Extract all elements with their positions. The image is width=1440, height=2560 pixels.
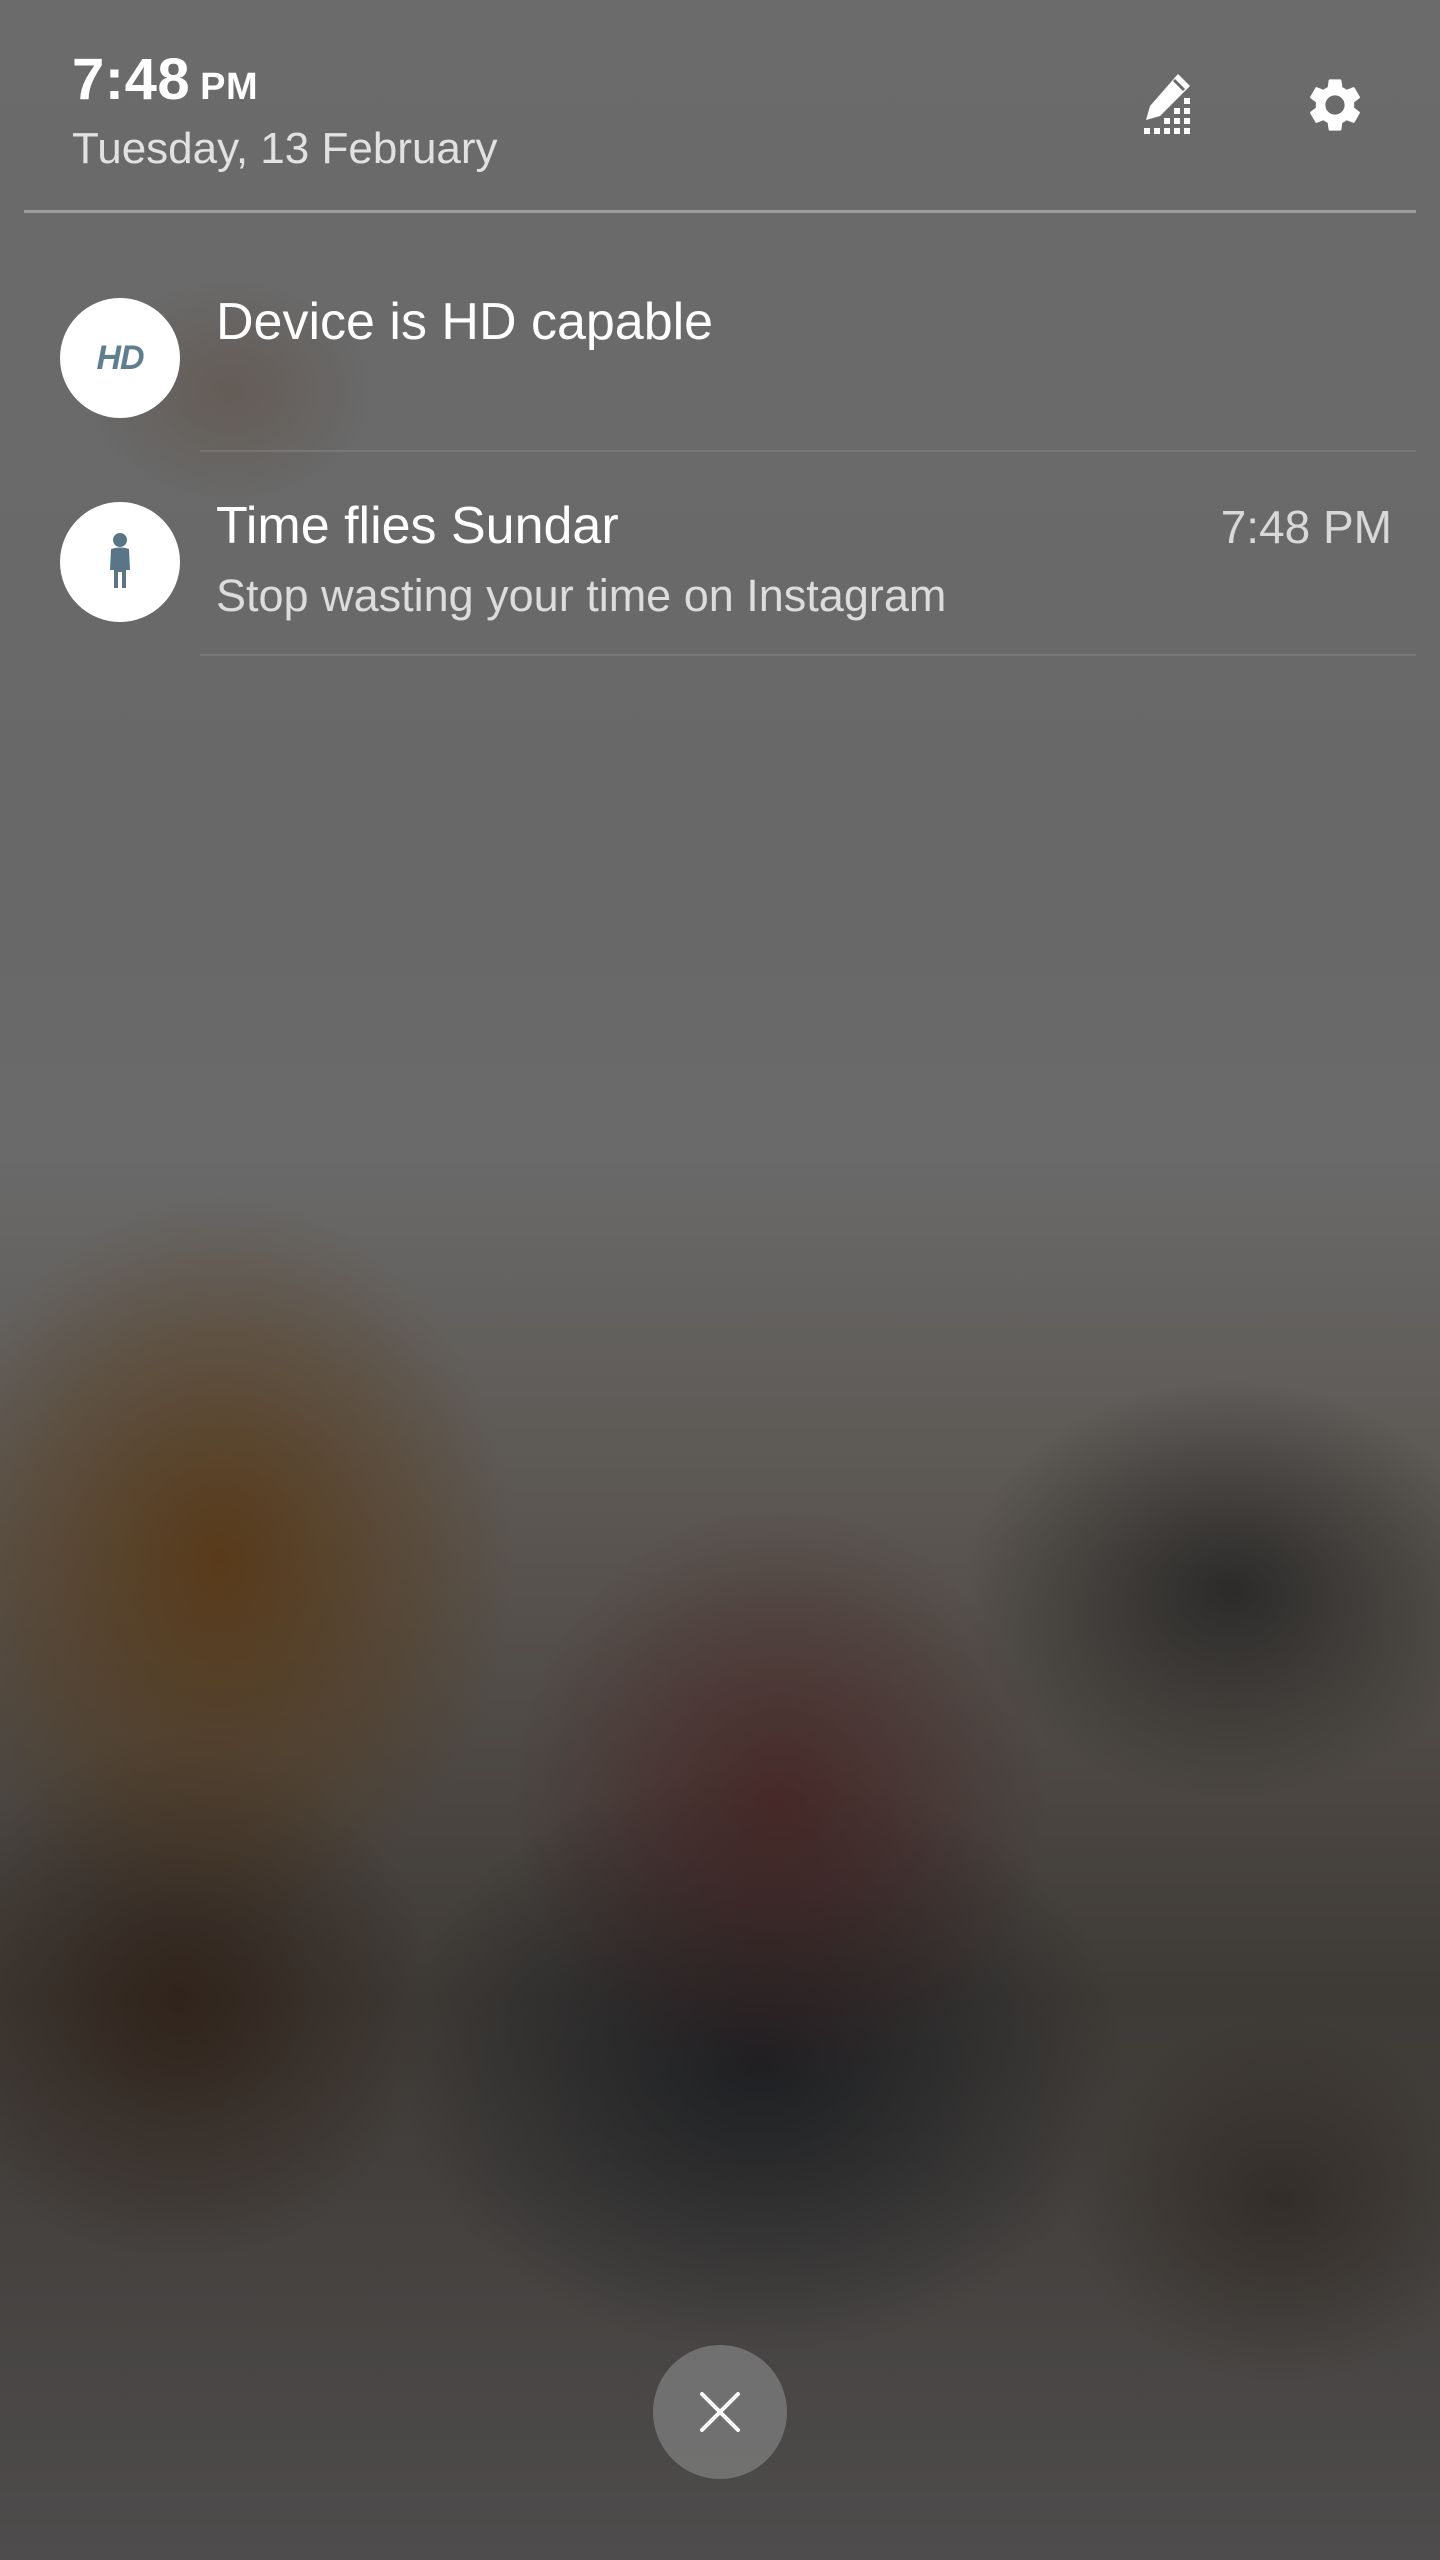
clock-time: 7:48 bbox=[72, 47, 191, 112]
notification-title: Device is HD capable bbox=[216, 293, 714, 351]
notification-shade: 7:48 PM Tuesday, 13 February HD Device i… bbox=[0, 0, 1440, 2560]
settings-button[interactable] bbox=[1292, 62, 1378, 148]
notification-time-flies[interactable]: Time flies Sundar 7:48 PM Stop wasting y… bbox=[0, 456, 1440, 656]
notification-title: Time flies Sundar bbox=[216, 497, 619, 555]
notification-divider bbox=[200, 450, 1416, 452]
notification-text: Stop wasting your time on Instagram bbox=[216, 570, 947, 621]
date-label[interactable]: Tuesday, 13 February bbox=[72, 124, 498, 174]
hd-icon: HD bbox=[60, 298, 180, 418]
gear-icon bbox=[1310, 79, 1360, 131]
close-button[interactable] bbox=[653, 2345, 787, 2479]
hd-icon-text: HD bbox=[96, 338, 144, 377]
edit-button[interactable] bbox=[1127, 62, 1213, 148]
close-icon bbox=[700, 2392, 740, 2432]
header-divider bbox=[24, 210, 1416, 213]
person-icon-glyph bbox=[110, 533, 130, 588]
person-icon bbox=[60, 502, 180, 622]
edit-brightness-icon bbox=[1144, 74, 1190, 134]
clock-ampm: PM bbox=[200, 66, 259, 108]
notification-time: 7:48 PM bbox=[1220, 501, 1392, 553]
shade-header: 7:48 PM Tuesday, 13 February bbox=[0, 0, 1440, 213]
notification-divider bbox=[200, 654, 1416, 656]
clock[interactable]: 7:48 PM bbox=[72, 46, 258, 113]
notification-hd[interactable]: HD Device is HD capable bbox=[0, 252, 1440, 452]
